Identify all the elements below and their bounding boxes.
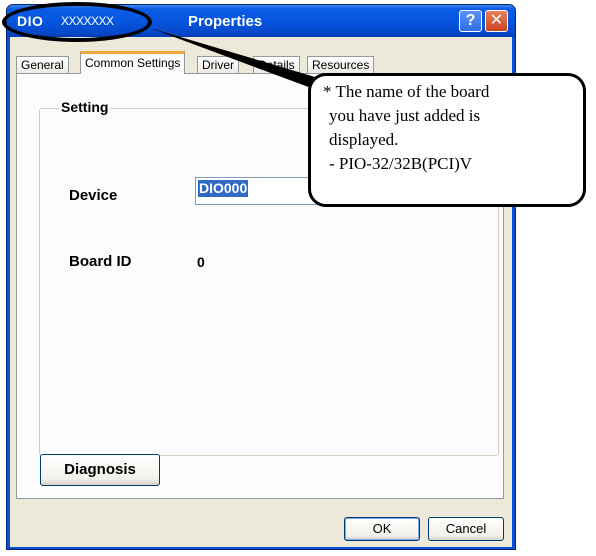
device-label: Device xyxy=(69,187,118,204)
tab-common-settings[interactable]: Common Settings xyxy=(80,51,186,74)
annotation-callout: * The name of the board you have just ad… xyxy=(308,73,586,207)
board-id-value: 0 xyxy=(197,254,205,270)
device-name-input[interactable]: DIO000 xyxy=(195,177,319,205)
question-mark-icon: ? xyxy=(465,12,476,29)
callout-line-1: * The name of the board xyxy=(323,82,490,101)
highlight-ellipse xyxy=(2,2,152,42)
callout-line-2: you have just added is xyxy=(329,106,481,125)
cancel-button[interactable]: Cancel xyxy=(428,517,504,541)
window-title: Properties xyxy=(188,13,263,30)
help-button[interactable]: ? xyxy=(459,10,482,32)
tab-driver[interactable]: Driver xyxy=(197,56,239,73)
tab-details[interactable]: Details xyxy=(253,56,300,73)
diagnosis-button[interactable]: Diagnosis xyxy=(40,454,160,486)
tab-general[interactable]: General xyxy=(16,56,69,73)
tab-resources[interactable]: Resources xyxy=(307,56,375,73)
setting-group-title: Setting xyxy=(59,99,111,115)
device-name-value: DIO000 xyxy=(198,180,249,197)
close-icon: ✕ xyxy=(489,12,504,29)
ok-button[interactable]: OK xyxy=(344,517,420,541)
close-button[interactable]: ✕ xyxy=(485,10,508,32)
board-id-label: Board ID xyxy=(69,253,132,270)
callout-line-4: - PIO-32/32B(PCI)V xyxy=(329,154,473,173)
callout-line-3: displayed. xyxy=(329,130,399,149)
